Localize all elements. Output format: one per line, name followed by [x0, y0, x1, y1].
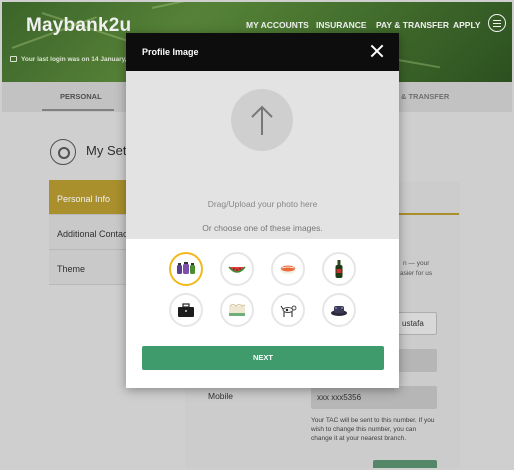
- image-option-bottle[interactable]: [322, 252, 356, 286]
- choose-image-text: Or choose one of these images.: [202, 223, 323, 233]
- image-option-dog[interactable]: [271, 293, 305, 327]
- modal-title: Profile Image: [142, 47, 199, 57]
- upload-instruction: Drag/Upload your photo here: [207, 199, 318, 209]
- dog-icon: [280, 305, 297, 317]
- cake-icon: [229, 304, 246, 316]
- sushi-icon: [280, 265, 296, 274]
- close-icon[interactable]: [370, 44, 384, 58]
- briefcase-icon: [178, 303, 194, 317]
- profile-image-modal: Profile Image Drag/Upload your photo her…: [126, 33, 399, 388]
- bottle-icon: [335, 260, 343, 278]
- image-option-watermelon[interactable]: [220, 252, 254, 286]
- jars-icon: [177, 262, 195, 274]
- app-frame: Maybank2u MY ACCOUNTS INSURANCE PAY & TR…: [0, 0, 514, 470]
- upload-circle: [231, 89, 293, 151]
- next-button[interactable]: NEXT: [142, 346, 384, 370]
- image-option-hat[interactable]: [322, 293, 356, 327]
- watermelon-icon: [228, 266, 246, 273]
- image-option-briefcase[interactable]: [169, 293, 203, 327]
- hat-icon: [331, 306, 347, 316]
- upload-dropzone[interactable]: Drag/Upload your photo here: [126, 71, 399, 239]
- upload-arrow-icon: [251, 105, 273, 135]
- image-option-jars[interactable]: [169, 252, 203, 286]
- image-option-sushi[interactable]: [271, 252, 305, 286]
- image-option-cake[interactable]: [220, 293, 254, 327]
- modal-header: Profile Image: [126, 33, 399, 71]
